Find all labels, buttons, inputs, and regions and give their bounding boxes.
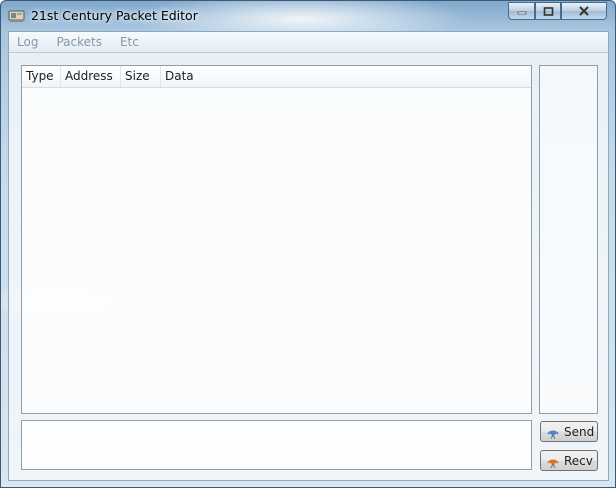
packet-input[interactable] bbox=[21, 420, 532, 470]
title-bar[interactable]: 21st Century Packet Editor bbox=[1, 1, 615, 31]
app-window-icon bbox=[8, 9, 26, 23]
column-header-data[interactable]: Data bbox=[161, 66, 531, 87]
maximize-button[interactable] bbox=[535, 2, 561, 20]
app-window: 21st Century Packet Editor Log Packets E… bbox=[0, 0, 616, 488]
maximize-icon bbox=[543, 6, 553, 16]
minimize-icon bbox=[517, 11, 526, 15]
client-area: Log Packets Etc Type Address Size Data S… bbox=[8, 31, 609, 481]
column-header-address[interactable]: Address bbox=[61, 66, 121, 87]
send-button[interactable]: Send bbox=[540, 421, 598, 442]
side-panel[interactable] bbox=[539, 65, 598, 414]
close-button[interactable] bbox=[561, 2, 607, 20]
window-title: 21st Century Packet Editor bbox=[31, 8, 198, 23]
menu-etc[interactable]: Etc bbox=[111, 35, 148, 49]
column-header-type[interactable]: Type bbox=[22, 66, 61, 87]
menu-packets[interactable]: Packets bbox=[47, 35, 111, 49]
column-header-size[interactable]: Size bbox=[121, 66, 161, 87]
minimize-button[interactable] bbox=[508, 2, 535, 20]
packet-list[interactable]: Type Address Size Data bbox=[21, 65, 532, 414]
recv-button-label: Recv bbox=[564, 453, 593, 468]
packet-list-header: Type Address Size Data bbox=[22, 66, 531, 88]
close-icon bbox=[579, 6, 589, 16]
recv-button[interactable]: Recv bbox=[540, 450, 598, 471]
send-signal-icon bbox=[547, 430, 559, 439]
send-button-label: Send bbox=[564, 424, 595, 439]
recv-signal-icon bbox=[547, 459, 559, 468]
menu-bar: Log Packets Etc bbox=[9, 32, 608, 53]
menu-log[interactable]: Log bbox=[9, 35, 47, 49]
